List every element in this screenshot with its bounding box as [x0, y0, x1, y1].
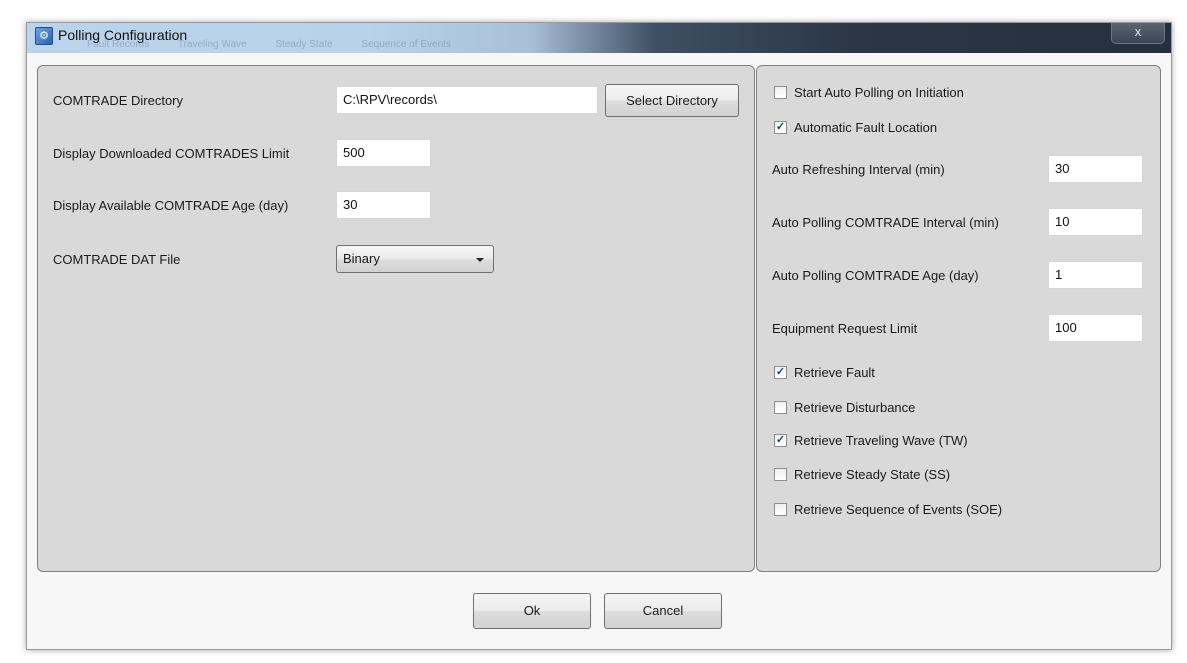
- chevron-down-icon: [476, 258, 484, 262]
- downloaded-limit-input[interactable]: 500: [336, 139, 431, 167]
- app-icon: ⚙: [35, 27, 53, 45]
- dat-file-label: COMTRADE DAT File: [53, 252, 181, 267]
- close-button[interactable]: x: [1111, 23, 1165, 44]
- comtrade-directory-label: COMTRADE Directory: [53, 93, 184, 108]
- checkbox-label: Retrieve Fault: [794, 365, 875, 380]
- dat-file-dropdown[interactable]: Binary: [336, 245, 494, 273]
- checkbox-label: Retrieve Steady State (SS): [794, 467, 951, 482]
- checkbox-box[interactable]: [774, 86, 787, 99]
- checkbox-label: Retrieve Sequence of Events (SOE): [794, 502, 1003, 517]
- polling-configuration-dialog: ⚙ Polling Configuration Fault Records Tr…: [26, 22, 1172, 650]
- equipment-request-limit-label: Equipment Request Limit: [772, 321, 918, 336]
- checkbox-label: Retrieve Disturbance: [794, 400, 916, 415]
- title-bar[interactable]: ⚙ Polling Configuration Fault Records Tr…: [27, 23, 1171, 53]
- ghost-tab: Steady State: [275, 39, 333, 50]
- available-age-label: Display Available COMTRADE Age (day): [53, 198, 289, 213]
- ok-button[interactable]: Ok: [473, 593, 591, 629]
- comtrade-directory-input[interactable]: C:\RPV\records\: [336, 86, 598, 114]
- auto-polling-interval-input[interactable]: 10: [1048, 208, 1143, 236]
- background-tabs: Fault Records Traveling Wave Steady Stat…: [87, 39, 477, 50]
- dat-file-selected: Binary: [343, 251, 380, 266]
- checkbox-box[interactable]: ✓: [774, 121, 787, 134]
- auto-refreshing-interval-label: Auto Refreshing Interval (min): [772, 162, 945, 177]
- downloaded-limit-label: Display Downloaded COMTRADES Limit: [53, 146, 290, 161]
- checkbox-label: Retrieve Traveling Wave (TW): [794, 433, 968, 448]
- cancel-button[interactable]: Cancel: [604, 593, 722, 629]
- checkbox-box[interactable]: [774, 503, 787, 516]
- available-age-input[interactable]: 30: [336, 191, 431, 219]
- checkbox-label: Start Auto Polling on Initiation: [794, 85, 964, 100]
- auto-polling-age-label: Auto Polling COMTRADE Age (day): [772, 268, 979, 283]
- auto-refreshing-interval-input[interactable]: 30: [1048, 155, 1143, 183]
- ghost-tab: Sequence of Events: [361, 39, 451, 50]
- checkbox-box[interactable]: ✓: [774, 366, 787, 379]
- select-directory-button[interactable]: Select Directory: [605, 84, 739, 117]
- checkbox-box[interactable]: [774, 468, 787, 481]
- ghost-tab: Fault Records: [87, 39, 150, 50]
- checkbox-label: Automatic Fault Location: [794, 120, 938, 135]
- auto-polling-interval-label: Auto Polling COMTRADE Interval (min): [772, 215, 999, 230]
- ghost-tab: Traveling Wave: [177, 39, 247, 50]
- auto-polling-panel: Start Auto Polling on Initiation ✓ Autom…: [756, 65, 1161, 572]
- directory-settings-panel: COMTRADE Directory C:\RPV\records\ Selec…: [37, 65, 755, 572]
- checkbox-box[interactable]: ✓: [774, 434, 787, 447]
- checkbox-box[interactable]: [774, 401, 787, 414]
- equipment-request-limit-input[interactable]: 100: [1048, 314, 1143, 342]
- auto-polling-age-input[interactable]: 1: [1048, 261, 1143, 289]
